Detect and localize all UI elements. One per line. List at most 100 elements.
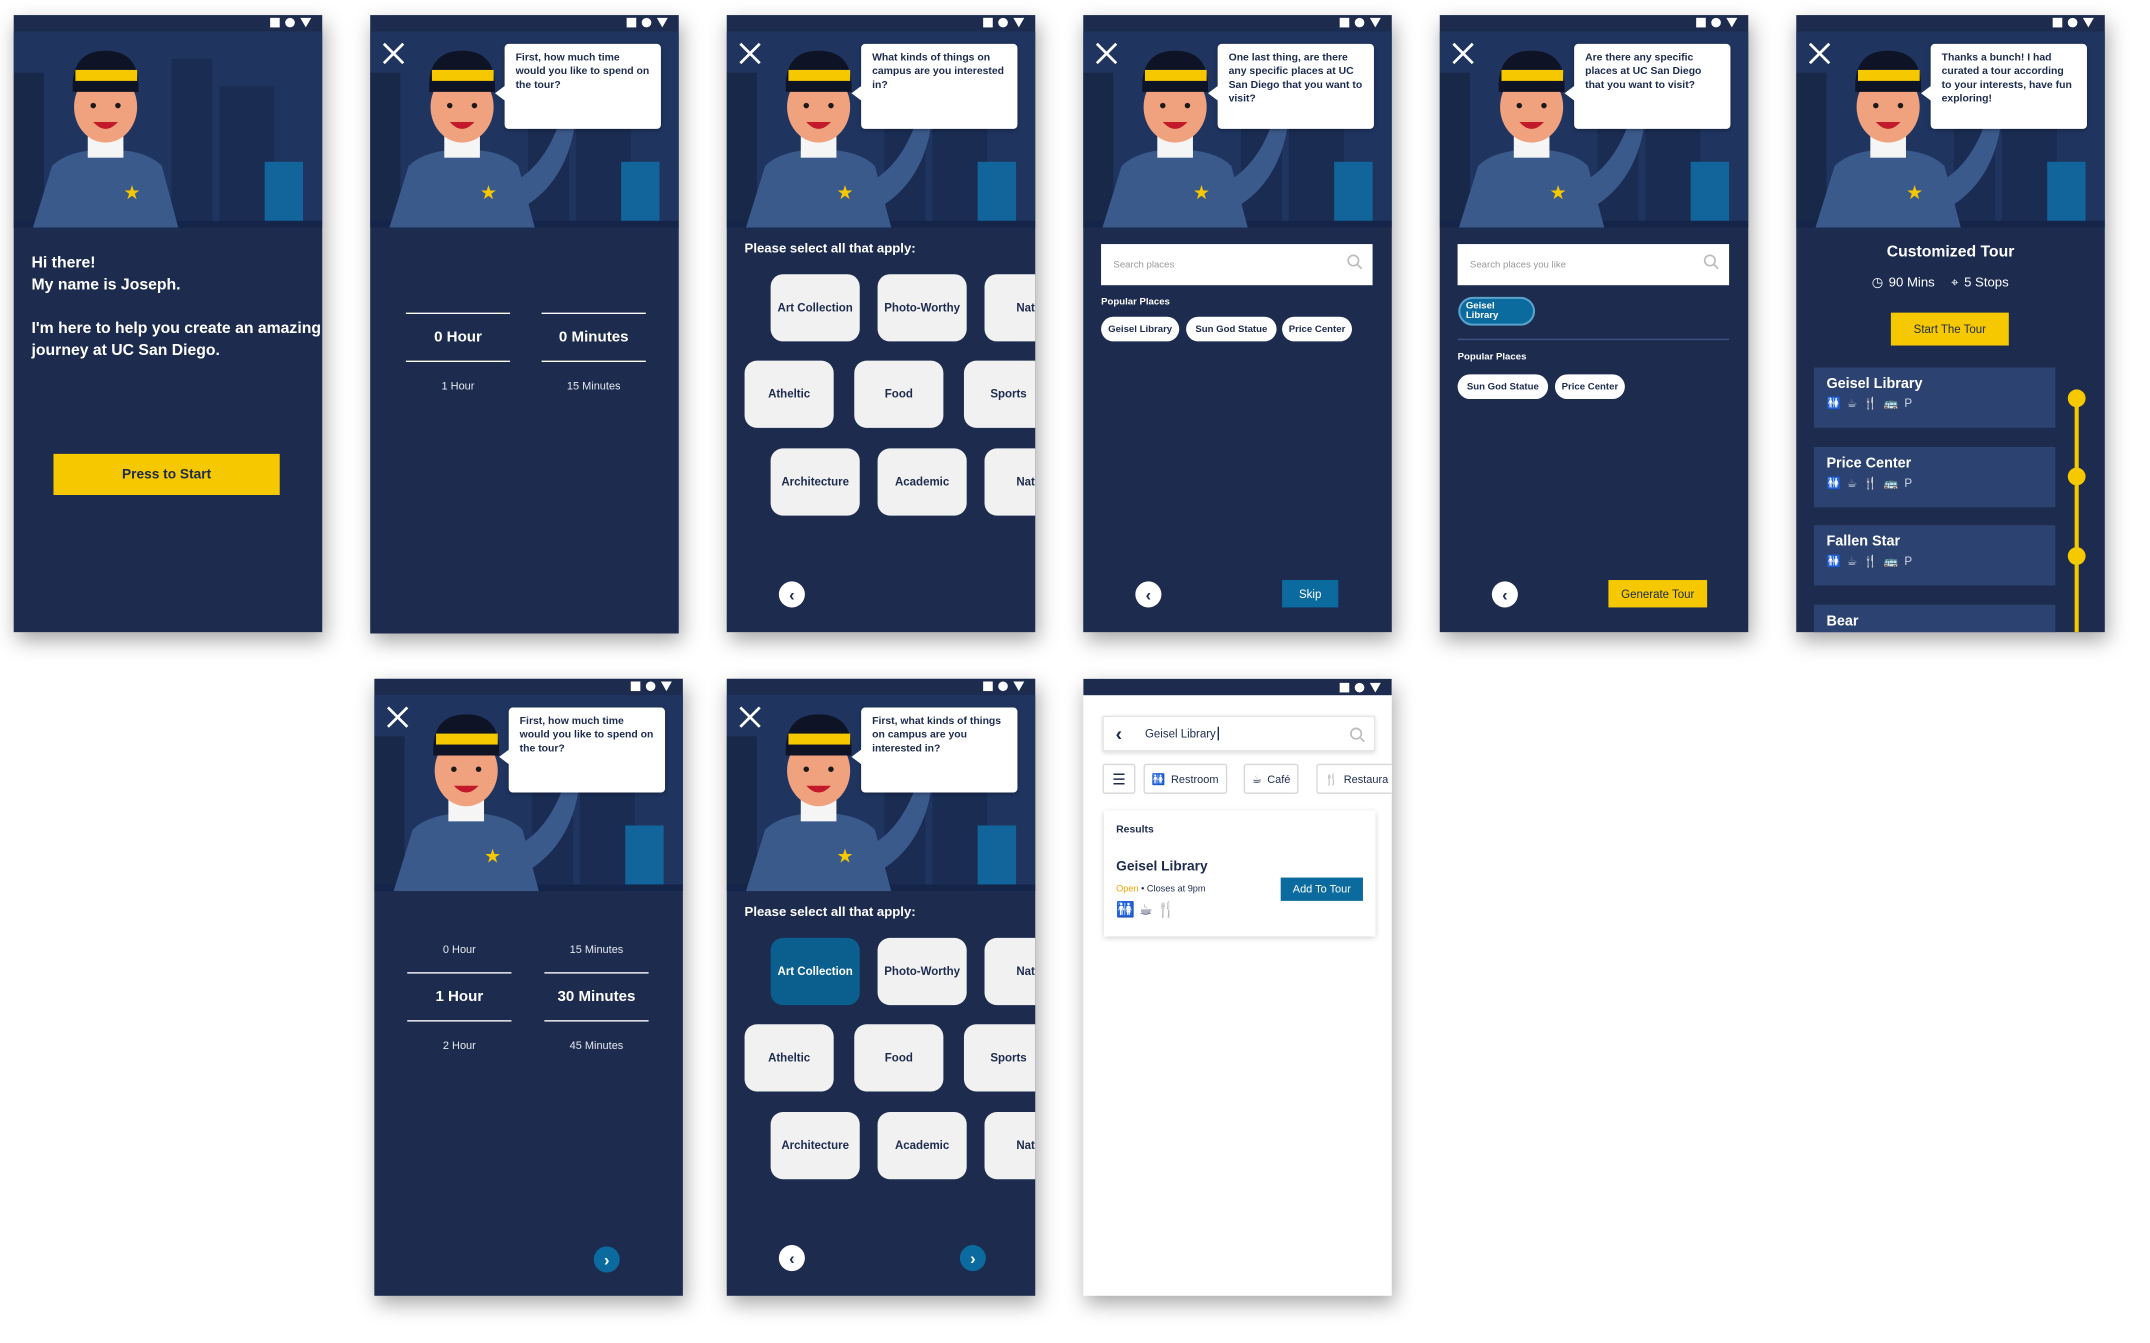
building: [374, 736, 405, 892]
back-arrow-icon[interactable]: ‹: [1104, 723, 1134, 745]
place-pill[interactable]: Price Center: [1554, 374, 1625, 400]
next-button[interactable]: ›: [959, 1245, 986, 1272]
hour-option[interactable]: 2 Hour: [407, 1022, 511, 1069]
minute-option[interactable]: 45 Minutes: [544, 1022, 648, 1069]
filter-restroom[interactable]: 🚻 Restroom: [1143, 763, 1227, 794]
search-query[interactable]: Geisel Library: [1145, 726, 1219, 741]
clock-icon: ◷: [1871, 275, 1884, 291]
close-icon[interactable]: [1452, 43, 1474, 65]
interest-chip[interactable]: Food: [854, 360, 944, 428]
filter-settings-button[interactable]: ☰: [1102, 763, 1136, 794]
back-button[interactable]: ‹: [778, 1245, 805, 1272]
interest-chip[interactable]: Food: [854, 1024, 944, 1092]
close-icon[interactable]: [1809, 43, 1831, 65]
status-bar: [2052, 17, 2094, 28]
interest-chip[interactable]: Atheltic: [744, 360, 834, 428]
minute-option[interactable]: 15 Minutes: [544, 926, 648, 973]
back-button[interactable]: ‹: [1135, 581, 1162, 608]
hour-option[interactable]: 1 Hour: [406, 362, 510, 409]
interest-chip[interactable]: Photo-Worthy: [877, 274, 967, 342]
status-bar: [630, 681, 672, 692]
eye: [1160, 102, 1166, 109]
interest-chip[interactable]: Photo-Worthy: [877, 937, 967, 1006]
start-tour-button[interactable]: Start The Tour: [1890, 312, 2009, 346]
skip-button[interactable]: Skip: [1282, 580, 1339, 608]
greeting: Hi there!: [31, 255, 96, 272]
place-pill[interactable]: Price Center: [1282, 316, 1353, 342]
back-button[interactable]: ‹: [1491, 581, 1518, 608]
interest-chip[interactable]: Natu: [984, 274, 1036, 342]
place-pill[interactable]: Sun God Statue: [1457, 374, 1549, 400]
eye: [475, 766, 482, 772]
interest-chip[interactable]: Natu: [984, 448, 1036, 516]
headband: [75, 69, 138, 81]
place-pill[interactable]: Sun God Statue: [1186, 316, 1277, 342]
speech-bubble: Thanks a bunch! I had curated a tour acc…: [1921, 43, 2087, 129]
minute-picker[interactable]: 15 Minutes 30 Minutes 45 Minutes: [544, 926, 649, 1069]
building: [13, 72, 44, 228]
interest-chip[interactable]: Architecture: [770, 1112, 860, 1180]
close-icon[interactable]: [387, 706, 409, 728]
next-button[interactable]: ›: [593, 1246, 620, 1273]
star-icon: ★: [836, 844, 853, 867]
tour-stop[interactable]: Bear: [1814, 604, 2056, 633]
back-button[interactable]: ‹: [778, 581, 805, 608]
interest-chip-selected[interactable]: Art Collection: [770, 937, 860, 1006]
interest-chip[interactable]: Atheltic: [744, 1024, 834, 1092]
coffee-icon: ☕: [1251, 772, 1262, 786]
tour-stop[interactable]: Price Center 🚻 ☕ 🍴 🚌 P: [1814, 447, 2056, 508]
search-input[interactable]: Search places: [1101, 244, 1373, 286]
tour-stop[interactable]: Geisel Library 🚻 ☕ 🍴 🚌 P: [1814, 367, 2056, 428]
result-name[interactable]: Geisel Library: [1116, 860, 1207, 875]
minute-selected[interactable]: 30 Minutes: [544, 972, 649, 1022]
interest-chip[interactable]: Sports: [963, 1024, 1036, 1092]
stop-name: Geisel Library: [1826, 375, 1923, 393]
close-icon[interactable]: [383, 43, 405, 65]
building: [1796, 72, 1827, 228]
hero-illustration: ★: [13, 31, 323, 228]
hour-picker[interactable]: 0 Hour 1 Hour: [405, 312, 511, 409]
interest-chip[interactable]: Natu: [984, 937, 1036, 1006]
building: [1439, 72, 1470, 228]
start-button[interactable]: Press to Start: [53, 453, 280, 496]
filter-restaurant[interactable]: 🍴 Restaura: [1316, 763, 1392, 794]
tour-stop[interactable]: Fallen Star 🚻 ☕ 🍴 🚌 P: [1814, 525, 2056, 586]
place-pill[interactable]: Geisel Library: [1101, 316, 1180, 342]
building: [1334, 161, 1373, 228]
close-icon[interactable]: [1096, 43, 1118, 65]
interest-chip[interactable]: Academic: [877, 448, 967, 516]
building: [264, 161, 304, 228]
eye: [1516, 102, 1523, 109]
restroom-icon: 🚻: [1151, 772, 1166, 786]
star-icon: ★: [123, 181, 140, 204]
add-to-tour-button[interactable]: Add To Tour: [1280, 877, 1363, 901]
minute-option[interactable]: 15 Minutes: [542, 362, 646, 409]
open-status: Open: [1116, 884, 1139, 895]
hour-selected[interactable]: 1 Hour: [407, 972, 512, 1022]
search-input[interactable]: Search places you like: [1457, 244, 1730, 286]
building: [370, 72, 401, 228]
eye: [803, 766, 810, 772]
interest-chip[interactable]: Academic: [877, 1112, 967, 1180]
status-bar: [1083, 678, 1392, 696]
hour-picker[interactable]: 0 Hour 1 Hour 2 Hour: [407, 926, 512, 1069]
hour-option[interactable]: 0 Hour: [407, 926, 511, 973]
selected-place-pill[interactable]: Geisel Library: [1460, 298, 1534, 324]
filter-cafe[interactable]: ☕ Café: [1243, 763, 1299, 794]
search-bar[interactable]: ‹ Geisel Library: [1102, 715, 1376, 752]
close-icon[interactable]: [739, 706, 761, 728]
divider: [1457, 338, 1730, 341]
interest-chip[interactable]: Sports: [963, 360, 1036, 428]
name-line: My name is Joseph.: [31, 276, 181, 294]
close-icon[interactable]: [739, 43, 761, 65]
interest-chip[interactable]: Art Collection: [770, 274, 860, 342]
timeline-line: [2074, 396, 2079, 633]
generate-tour-button[interactable]: Generate Tour: [1608, 580, 1708, 608]
interest-chip[interactable]: Natu: [984, 1112, 1036, 1180]
minute-selected[interactable]: 0 Minutes: [541, 312, 646, 362]
result-amenities: 🚻☕🍴: [1116, 902, 1180, 919]
hour-selected[interactable]: 0 Hour: [405, 312, 511, 362]
interest-chip[interactable]: Architecture: [770, 448, 860, 516]
minute-picker[interactable]: 0 Minutes 15 Minutes: [541, 312, 646, 409]
amenity-icons: 🚻 ☕ 🍴 🚌 P: [1826, 553, 1914, 568]
